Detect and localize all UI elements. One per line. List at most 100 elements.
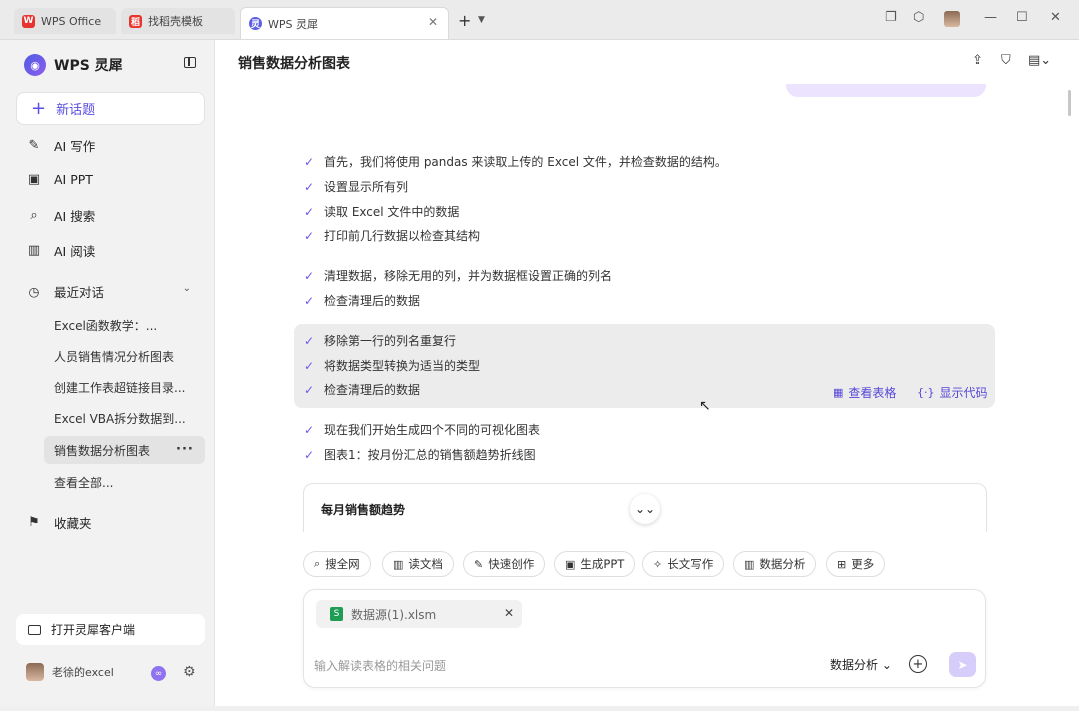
link-icon[interactable]: ∞ (151, 666, 166, 681)
close-tab-icon[interactable]: ✕ (428, 15, 438, 29)
presentation-icon: ▣ (27, 171, 41, 187)
tab-wps-office[interactable]: W WPS Office (14, 8, 116, 34)
table-icon: ▦ (833, 386, 844, 399)
chip-label: 生成PPT (580, 557, 625, 571)
search-icon: ⌕ (30, 208, 38, 223)
sidebar-item-label: AI PPT (54, 171, 93, 187)
gear-icon[interactable]: ⚙ (183, 664, 196, 680)
step-item: ✓ 清理数据，移除无用的列，并为数据框设置正确的列名 (304, 267, 612, 284)
chip-generate-ppt[interactable]: ▣ 生成PPT (554, 551, 636, 577)
minimize-icon[interactable]: — (984, 10, 997, 25)
chevron-down-icon[interactable]: ⌄ (183, 283, 191, 294)
step-item: ✓ 检查清理后的数据 (304, 292, 420, 309)
data-analysis-icon: ▥ (744, 557, 755, 571)
history-item[interactable]: Excel VBA拆分数据到... (54, 410, 194, 427)
maximize-icon[interactable]: ☐ (1016, 10, 1028, 25)
show-code-label: 显示代码 (939, 386, 988, 400)
sidebar-collapse-icon[interactable] (184, 57, 196, 68)
plus-icon: + (31, 97, 47, 119)
history-item[interactable]: 创建工作表超链接目录... (54, 379, 194, 396)
pen-icon: ✎ (28, 138, 40, 153)
chip-quick-create[interactable]: ✎ 快速创作 (463, 551, 546, 577)
step-item: ✓ 检查清理后的数据 (304, 381, 420, 398)
export-doc-icon[interactable]: ▤⌄ (1028, 53, 1051, 68)
tab-menu-chevron-icon[interactable]: ▼ (478, 15, 485, 25)
tab-label: 找稻壳模板 (148, 15, 203, 28)
check-icon: ✓ (304, 204, 315, 219)
previous-message-bubble (786, 84, 986, 97)
chip-label: 读文档 (408, 557, 443, 571)
monitor-icon (28, 624, 41, 635)
long-write-icon: ✧ (653, 557, 663, 571)
sidebar-item-ai-search[interactable]: ⌕ AI 搜索 (26, 206, 95, 225)
step-item: ✓ 移除第一行的列名重复行 (304, 332, 456, 349)
chip-more[interactable]: ⊞ 更多 (826, 551, 886, 577)
scrollbar[interactable] (1068, 90, 1071, 116)
recent-conversations-header[interactable]: ◷ 最近对话 ⌄ (26, 282, 191, 301)
view-table-button[interactable]: ▦ 查看表格 (833, 384, 896, 401)
ppt-icon: ▣ (565, 557, 576, 571)
chip-data-analysis[interactable]: ▥ 数据分析 (733, 551, 817, 577)
chat-input[interactable]: 输入解读表格的相关问题 (314, 657, 446, 674)
check-icon: ✓ (304, 422, 315, 437)
search-web-icon: ⌕ (314, 557, 321, 570)
chip-label: 长文写作 (667, 557, 714, 571)
attachment-chip[interactable]: S 数据源(1).xlsm ✕ (316, 600, 522, 628)
chip-label: 更多 (851, 557, 875, 571)
view-all-link[interactable]: 查看全部... (54, 474, 194, 491)
new-tab-button[interactable]: + (458, 11, 471, 30)
sidebar-item-ai-read[interactable]: ▥ AI 阅读 (26, 241, 95, 260)
chat-input-box[interactable]: S 数据源(1).xlsm ✕ 输入解读表格的相关问题 数据分析 ⌄ + ➤ (303, 589, 986, 688)
sidebar-item-label: AI 阅读 (54, 244, 96, 259)
chip-long-write[interactable]: ✧ 长文写作 (642, 551, 725, 577)
sidebar-item-label: 收藏夹 (54, 516, 92, 531)
brand-name: WPS 灵犀 (54, 58, 123, 74)
mode-select-label: 数据分析 (830, 658, 879, 672)
quick-create-icon: ✎ (474, 557, 484, 571)
step-text: 读取 Excel 文件中的数据 (324, 205, 460, 219)
user-profile[interactable]: 老徐的excel (26, 663, 114, 681)
history-item[interactable]: 人员销售情况分析图表 (54, 348, 194, 365)
open-client-label: 打开灵犀客户端 (51, 623, 136, 637)
window-bottom-edge (0, 706, 1079, 711)
new-topic-label: 新话题 (56, 103, 96, 118)
remove-attachment-icon[interactable]: ✕ (504, 606, 514, 620)
window-titlebar: W WPS Office 稻 找稻壳模板 灵 WPS 灵犀 ✕ + ▼ ❐ ⬡ … (0, 0, 1079, 40)
sidebar-item-ai-ppt[interactable]: ▣ AI PPT (26, 171, 93, 187)
more-options-icon[interactable]: ··· (176, 442, 194, 457)
bookmark-add-icon[interactable]: ⛉ (1001, 53, 1011, 68)
history-item-active[interactable]: 销售数据分析图表 (54, 442, 172, 459)
close-window-icon[interactable]: ✕ (1050, 10, 1061, 25)
step-item: ✓ 首先，我们将使用 pandas 来读取上传的 Excel 文件，并检查数据的结… (304, 153, 727, 170)
add-icon[interactable]: + (909, 655, 927, 673)
user-avatar-icon[interactable] (944, 11, 960, 27)
recent-label: 最近对话 (54, 285, 105, 300)
brand[interactable]: ◉ WPS 灵犀 (24, 54, 123, 76)
chip-read-doc[interactable]: ▥ 读文档 (382, 551, 454, 577)
step-text: 设置显示所有列 (324, 180, 409, 194)
send-button[interactable]: ➤ (949, 652, 976, 677)
step-text: 将数据类型转换为适当的类型 (324, 359, 481, 373)
step-item: ✓ 读取 Excel 文件中的数据 (304, 203, 459, 220)
expand-double-chevron-icon[interactable]: ⌄⌄ (630, 494, 660, 524)
package-icon[interactable]: ⬡ (913, 10, 924, 25)
step-text: 清理数据，移除无用的列，并为数据框设置正确的列名 (324, 269, 613, 283)
sidebar-item-ai-write[interactable]: ✎ AI 写作 (26, 136, 96, 155)
tab-docer[interactable]: 稻 找稻壳模板 (121, 8, 235, 34)
chip-search-web[interactable]: ⌕ 搜全网 (303, 551, 371, 577)
mode-select[interactable]: 数据分析 ⌄ (830, 656, 892, 673)
lingxi-icon: 灵 (249, 17, 262, 30)
show-code-button[interactable]: {·} 显示代码 (917, 384, 988, 401)
new-topic-button[interactable]: + 新话题 (16, 92, 205, 125)
sidebar-item-favorites[interactable]: ⚑ 收藏夹 (26, 513, 92, 532)
share-icon[interactable]: ⇪ (972, 53, 983, 68)
avatar (26, 663, 44, 681)
check-icon: ✓ (304, 447, 315, 462)
window-mode-icon[interactable]: ❐ (885, 10, 897, 25)
tab-wps-lingxi[interactable]: 灵 WPS 灵犀 ✕ (240, 7, 449, 39)
view-table-label: 查看表格 (848, 386, 897, 400)
check-icon: ✓ (304, 382, 315, 397)
page-title: 销售数据分析图表 (238, 56, 350, 72)
history-item[interactable]: Excel函数教学：... (54, 317, 194, 334)
open-client-button[interactable]: 打开灵犀客户端 (16, 614, 205, 645)
